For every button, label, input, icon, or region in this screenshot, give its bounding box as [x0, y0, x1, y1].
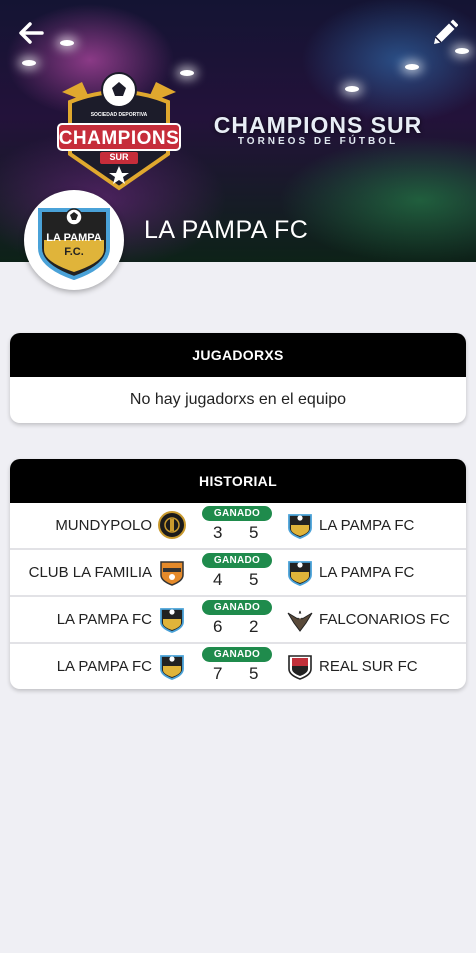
stadium-light [345, 86, 359, 92]
away-score: 5 [249, 570, 259, 589]
away-score: 2 [249, 617, 259, 636]
team-avatar: LA PAMPA F.C. [24, 190, 124, 290]
match-row[interactable]: CLUB LA FAMILIA GANADO 4 5 LA PAMPA FC [10, 550, 466, 597]
home-team-name: LA PAMPA FC [56, 657, 152, 675]
brand-title: CHAMPIONS SUR [213, 112, 423, 138]
team-logo-line2: F.C. [64, 246, 84, 258]
match-row[interactable]: LA PAMPA FC GANADO 6 2 FALCONARIOS FC [10, 597, 466, 644]
home-score: 6 [213, 617, 223, 636]
home-team-name: CLUB LA FAMILIA [28, 563, 152, 581]
stadium-light [22, 60, 36, 66]
match-row[interactable]: MUNDYPOLO GANADO 3 5 LA PAMPA FC [10, 503, 466, 550]
away-score: 5 [249, 664, 259, 683]
away-team-name: FALCONARIOS FC [319, 611, 450, 628]
players-empty-message: No hay jugadorxs en el equipo [129, 391, 347, 408]
away-team-name: LA PAMPA FC [319, 564, 415, 581]
stadium-light [455, 48, 469, 54]
club-la-familia-crest-icon [160, 561, 184, 586]
stadium-light [60, 40, 74, 46]
logo-champions-text: CHAMPIONS [58, 128, 180, 149]
match-status-badge: GANADO [202, 647, 272, 662]
home-score: 4 [213, 570, 223, 589]
logo-top-text: SOCIEDAD DEPORTIVA [90, 112, 148, 118]
away-team-name: REAL SUR FC [319, 658, 418, 675]
real-sur-crest-icon [288, 655, 312, 680]
home-score: 3 [213, 523, 223, 542]
players-card: JUGADORXS No hay jugadorxs en el equipo [10, 333, 466, 423]
away-score: 5 [249, 523, 259, 542]
la-pampa-crest-icon [288, 561, 312, 586]
team-name: LA PAMPA FC [144, 216, 309, 244]
away-team-name: LA PAMPA FC [319, 517, 415, 534]
home-team-name: LA PAMPA FC [56, 610, 152, 628]
champions-sur-logo: SOCIEDAD DEPORTIVA CHAMPIONS SUR [52, 62, 186, 194]
team-logo-line1: LA PAMPA [46, 232, 102, 244]
brand-subtitle: TORNEOS DE FÚTBOL [237, 136, 399, 147]
match-row[interactable]: LA PAMPA FC GANADO 7 5 REAL SUR FC [10, 644, 466, 689]
home-score: 7 [213, 664, 223, 683]
players-card-title: JUGADORXS [10, 333, 466, 377]
match-status-badge: GANADO [202, 600, 272, 615]
stadium-light [405, 64, 419, 70]
mundypolo-crest-icon [158, 511, 186, 539]
history-card: HISTORIAL MUNDYPOLO GANADO 3 5 LA PAMPA … [10, 459, 466, 689]
la-pampa-crest-icon [288, 514, 312, 539]
edit-pencil-icon[interactable] [430, 18, 459, 48]
la-pampa-crest-icon [160, 608, 184, 633]
match-status-badge: GANADO [202, 553, 272, 568]
falconarios-crest-icon [287, 610, 313, 632]
home-team-name: MUNDYPOLO [55, 516, 152, 534]
la-pampa-crest-icon [160, 655, 184, 680]
match-status-badge: GANADO [202, 506, 272, 521]
back-arrow-icon[interactable] [16, 18, 46, 48]
history-card-title: HISTORIAL [10, 459, 466, 503]
logo-ribbon-text: SUR [109, 152, 129, 162]
